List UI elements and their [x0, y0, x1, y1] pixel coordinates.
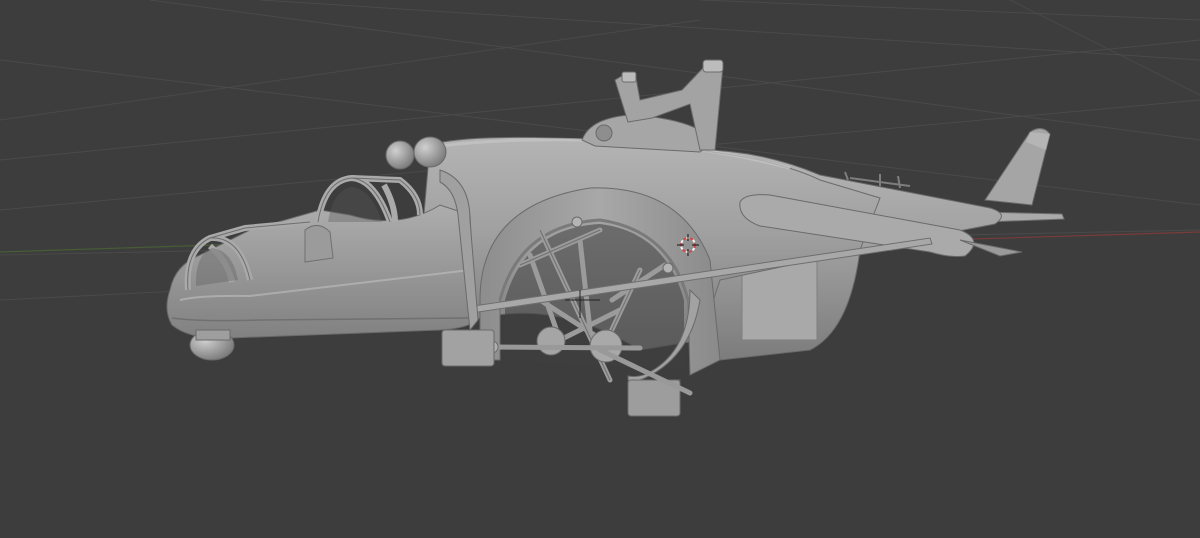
3d-viewport[interactable]	[0, 0, 1200, 538]
sensor-ball-left[interactable]	[385, 140, 415, 170]
ring-support-block[interactable]	[441, 329, 495, 367]
hover-gunship-model[interactable]	[166, 59, 1065, 417]
mast-emblem	[595, 124, 613, 142]
fan-hub-left[interactable]	[536, 326, 566, 356]
linkage-rod[interactable]	[487, 344, 643, 351]
cockpit-seat	[304, 225, 334, 263]
viewport-scene[interactable]	[0, 0, 1200, 538]
sensor-ball-right[interactable]	[413, 136, 447, 168]
